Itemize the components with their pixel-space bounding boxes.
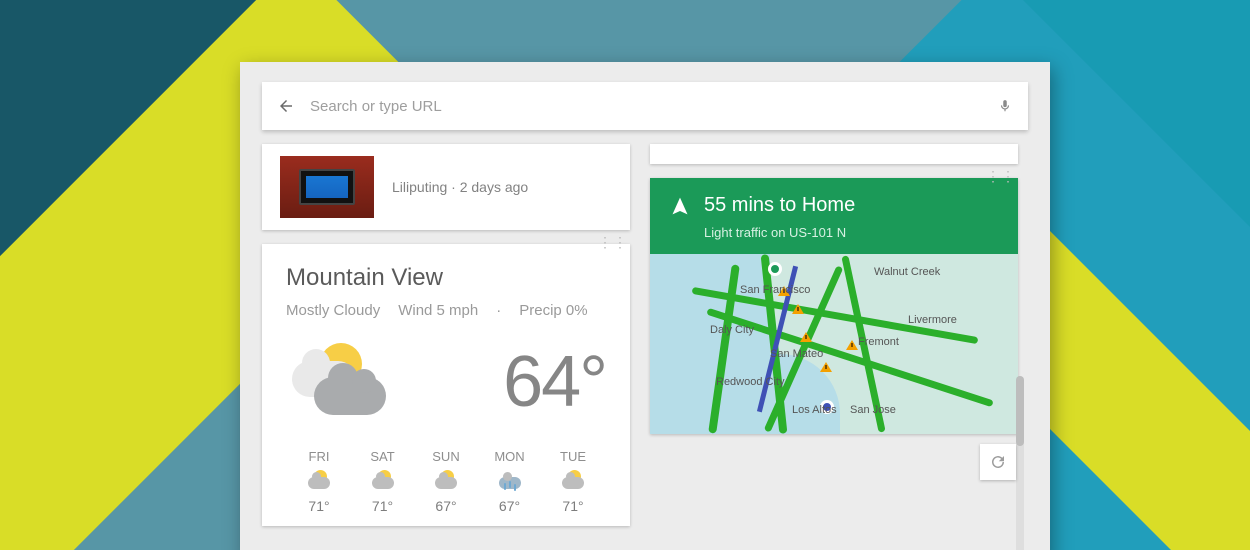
weather-condition: Mostly Cloudy xyxy=(286,302,380,319)
news-age: 2 days ago xyxy=(460,179,529,195)
news-thumbnail xyxy=(280,156,374,218)
map-label: San Jose xyxy=(850,404,896,416)
map-label: Daly City xyxy=(710,324,754,336)
google-now-window: Liliputing · 2 days ago ⋮⋮ Mountain View… xyxy=(240,62,1050,550)
nav-map[interactable]: San Francisco Daly City San Mateo Fremon… xyxy=(650,254,1018,434)
nav-eta-line: 55 mins to Home xyxy=(704,194,855,217)
forecast-day: FRI 71° xyxy=(290,449,348,514)
back-icon[interactable] xyxy=(276,96,296,116)
weather-forecast: FRI 71° SAT 71° SUN 67° xyxy=(286,449,606,514)
navigation-icon xyxy=(670,196,690,216)
map-label: Los Altos xyxy=(792,404,837,416)
mic-icon[interactable] xyxy=(996,97,1014,115)
nav-destination: Home xyxy=(802,194,855,216)
news-meta: Liliputing · 2 days ago xyxy=(392,179,528,195)
map-label: Walnut Creek xyxy=(874,266,940,278)
search-input[interactable] xyxy=(296,98,996,115)
map-label: Livermore xyxy=(908,314,957,326)
navigation-card[interactable]: ⋮⋮ 55 mins to Home Light traffic on US-1… xyxy=(650,178,1018,434)
weather-icon xyxy=(286,337,396,427)
forecast-day: TUE 71° xyxy=(544,449,602,514)
weather-wind: Wind 5 mph xyxy=(398,302,478,319)
news-source: Liliputing xyxy=(392,179,447,195)
nav-eta: 55 mins xyxy=(704,194,774,216)
card-menu-icon[interactable]: ⋮⋮ xyxy=(598,234,628,251)
scrollbar-thumb[interactable] xyxy=(1016,376,1024,446)
refresh-button[interactable] xyxy=(980,444,1016,480)
nav-traffic-detail: Light traffic on US-101 N xyxy=(670,225,998,240)
weather-precip: Precip 0% xyxy=(519,302,587,319)
map-label: Fremont xyxy=(858,336,899,348)
forecast-day: SUN 67° xyxy=(417,449,475,514)
card-menu-icon[interactable]: ⋮⋮ xyxy=(986,168,1016,185)
map-label: Redwood City xyxy=(716,376,784,388)
refresh-icon xyxy=(989,453,1007,471)
forecast-day: SAT 71° xyxy=(354,449,412,514)
map-origin-pin xyxy=(768,262,782,276)
weather-city: Mountain View xyxy=(286,264,606,292)
map-label: San Mateo xyxy=(770,348,823,360)
weather-card[interactable]: ⋮⋮ Mountain View Mostly Cloudy Wind 5 mp… xyxy=(262,244,630,526)
news-card[interactable]: Liliputing · 2 days ago xyxy=(262,144,630,230)
search-bar[interactable] xyxy=(262,82,1028,130)
weather-temp: 64° xyxy=(503,341,606,423)
collapsed-card[interactable] xyxy=(650,144,1018,164)
map-label: San Francisco xyxy=(740,284,810,296)
forecast-day: MON 67° xyxy=(481,449,539,514)
